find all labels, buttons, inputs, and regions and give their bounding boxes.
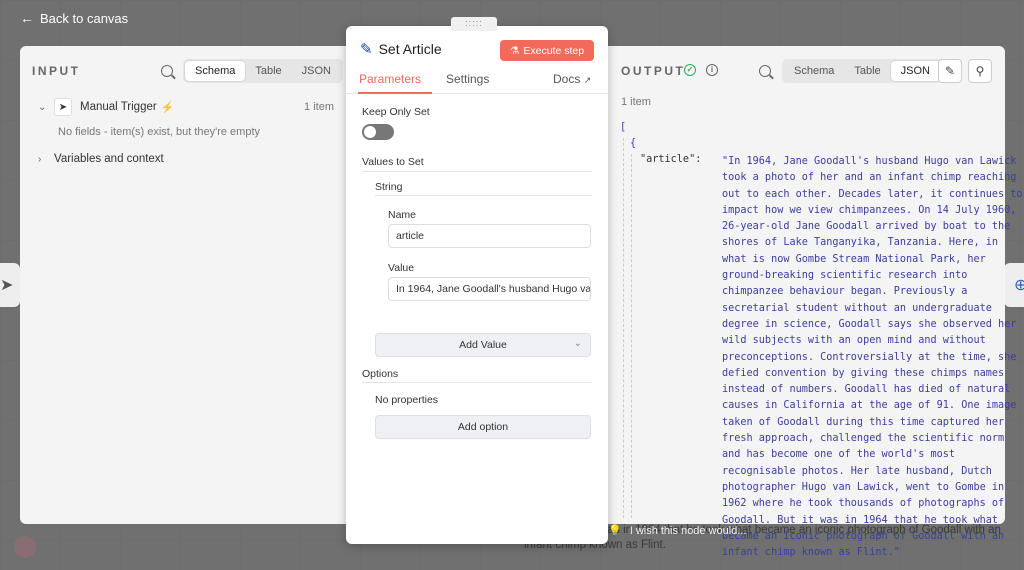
input-panel: INPUT Schema Table JSON ⌄ ➤ Manual Trigg… (20, 46, 346, 524)
previous-node-handle[interactable]: ➤ (0, 263, 20, 307)
output-view-switcher: Schema Table JSON (782, 59, 942, 83)
value-field[interactable]: In 1964, Jane Goodall's husband Hugo van (388, 277, 591, 301)
output-tab-table[interactable]: Table (844, 61, 890, 81)
json-property: "article": "In 1964, Jane Goodall's husb… (640, 154, 1023, 558)
add-option-label: Add option (457, 421, 509, 433)
node-settings-modal: ✎ Set Article ⚗ Execute step Parameters … (346, 26, 608, 544)
pencil-icon: ✎ (944, 64, 956, 78)
pin-icon: ⚲ (975, 64, 985, 78)
avatar[interactable] (14, 536, 36, 558)
info-icon[interactable]: i (706, 64, 718, 76)
pencil-icon: ✎ (360, 41, 373, 58)
drag-handle[interactable]: ::::: (451, 17, 497, 31)
json-indent-guide (623, 138, 624, 518)
back-to-canvas-label: Back to canvas (40, 10, 129, 26)
no-properties-text: No properties (375, 394, 439, 406)
search-icon[interactable] (759, 65, 771, 77)
variables-row[interactable]: › Variables and context (38, 153, 164, 165)
keep-only-set-label: Keep Only Set (362, 106, 430, 118)
external-link-icon: ↗ (583, 75, 592, 85)
add-value-label: Add Value (459, 339, 507, 351)
tab-parameters[interactable]: Parameters (359, 72, 421, 86)
divider (375, 195, 592, 196)
pin-output-button[interactable]: ⚲ (968, 59, 992, 83)
feedback-label: I wish this node would... (629, 524, 747, 537)
output-tab-schema[interactable]: Schema (784, 61, 844, 81)
output-item-count: 1 item (621, 96, 651, 108)
input-tab-json[interactable]: JSON (292, 61, 341, 81)
search-icon[interactable] (161, 65, 173, 77)
input-tab-schema[interactable]: Schema (185, 61, 246, 81)
json-value: "In 1964, Jane Goodall's husband Hugo va… (722, 156, 1023, 559)
cursor-icon: ➤ (54, 98, 72, 116)
name-field[interactable]: article (388, 224, 591, 248)
string-label: String (375, 181, 403, 193)
chevron-down-icon: ⌄ (573, 338, 582, 349)
active-tab-indicator (358, 92, 432, 94)
execute-step-label: Execute step (523, 44, 585, 57)
edit-output-button[interactable]: ✎ (938, 59, 962, 83)
node-title-text: Set Article (378, 41, 442, 57)
value-label: Value (388, 262, 415, 274)
node-title[interactable]: ✎ Set Article (360, 40, 442, 58)
feedback-link[interactable]: 💡 I wish this node would... (608, 524, 747, 538)
input-view-switcher: Schema Table JSON (183, 59, 343, 83)
divider (362, 382, 592, 383)
execute-step-button[interactable]: ⚗ Execute step (500, 40, 594, 61)
output-title: OUTPUT (621, 64, 686, 78)
json-key: "article": (640, 154, 702, 165)
add-option-button[interactable]: Add option (375, 415, 591, 439)
lightbulb-icon: 💡 (608, 525, 622, 537)
arrow-left-icon: ← (20, 10, 34, 26)
node-tabs: Parameters Settings Docs ↗ (346, 70, 608, 94)
tab-docs[interactable]: Docs ↗ (553, 72, 591, 86)
back-to-canvas-link[interactable]: ← Back to canvas (20, 10, 128, 26)
cursor-icon: ➤ (0, 277, 14, 294)
flask-icon: ⚗ (509, 44, 520, 57)
success-check-icon: ✓ (684, 64, 696, 76)
trigger-item-count: 1 item (304, 101, 334, 113)
json-indent-guide (631, 154, 632, 518)
empty-fields-message: No fields - item(s) exist, but they're e… (58, 126, 260, 138)
json-open-bracket: [ (620, 122, 627, 133)
divider (362, 171, 592, 172)
values-to-set-label: Values to Set (362, 156, 424, 168)
input-title: INPUT (32, 64, 81, 78)
bolt-icon: ⚡ (160, 101, 175, 114)
input-tab-table[interactable]: Table (245, 61, 291, 81)
json-open-brace: { (630, 138, 637, 149)
output-panel: OUTPUT ✓ i Schema Table JSON ✎ ⚲ 1 item … (608, 46, 1023, 558)
keep-only-set-toggle[interactable] (362, 124, 394, 140)
chevron-down-icon[interactable]: ⌄ (38, 102, 54, 113)
chevron-right-icon[interactable]: › (38, 154, 54, 165)
options-label: Options (362, 368, 399, 380)
name-label: Name (388, 209, 417, 221)
tab-settings[interactable]: Settings (446, 72, 489, 86)
tab-docs-label: Docs (553, 72, 581, 86)
trigger-name: Manual Trigger (80, 101, 157, 113)
output-tab-json[interactable]: JSON (890, 61, 940, 81)
add-value-button[interactable]: Add Value ⌄ (375, 333, 591, 357)
variables-label: Variables and context (54, 153, 164, 165)
trigger-row[interactable]: ⌄ ➤ Manual Trigger ⚡ 1 item (38, 98, 334, 116)
